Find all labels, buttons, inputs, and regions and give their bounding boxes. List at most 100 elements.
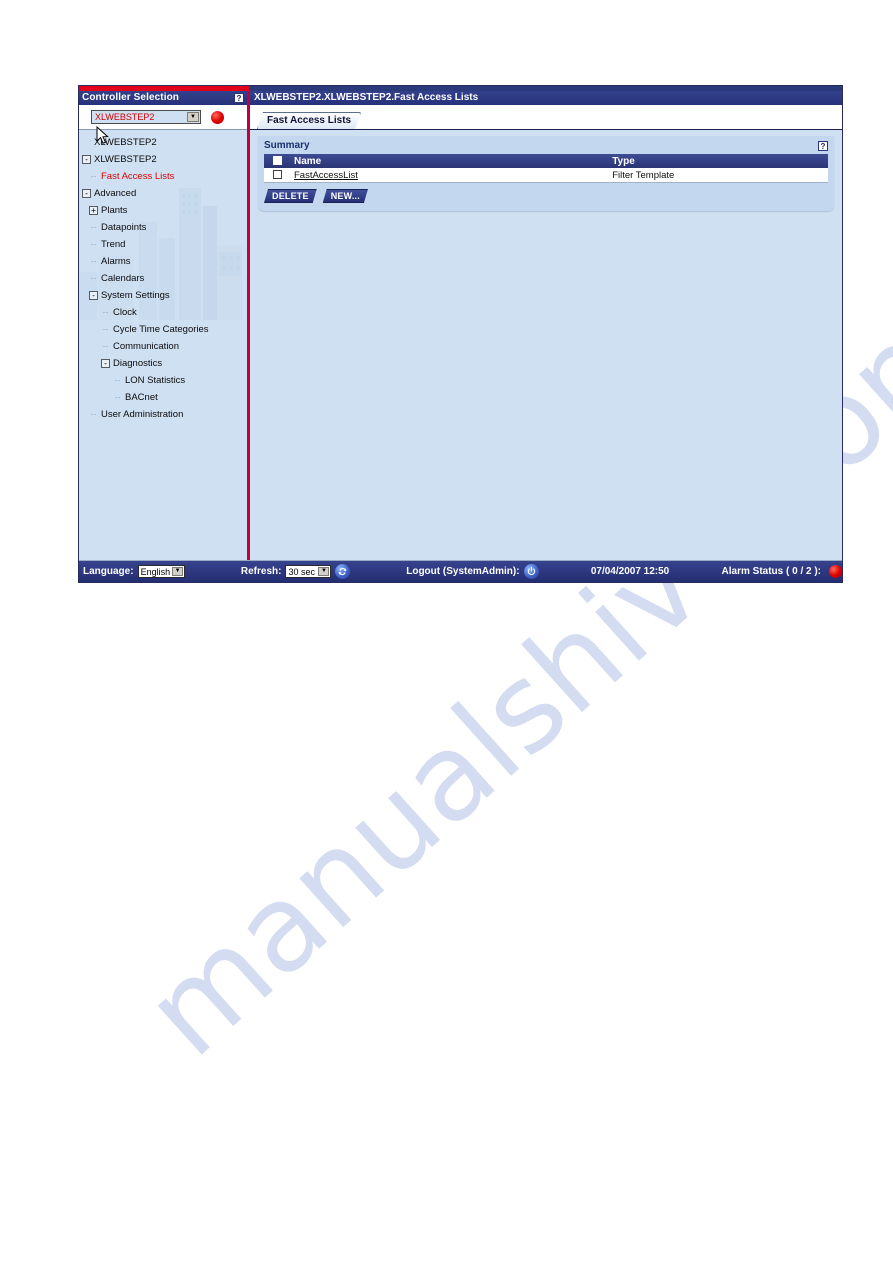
collapse-icon[interactable]: - xyxy=(101,359,110,368)
language-label: Language: xyxy=(83,566,134,577)
summary-header: Summary ? xyxy=(264,140,828,151)
logout-label: Logout (SystemAdmin): xyxy=(406,566,520,577)
row-checkbox[interactable] xyxy=(272,170,282,180)
navigation-tree-area: XLWEBSTEP2 - XLWEBSTEP2 ·· Fast Access List… xyxy=(79,130,247,560)
tree-item-system-settings[interactable]: - System Settings xyxy=(82,287,247,304)
tree-item-label: Calendars xyxy=(101,273,145,284)
chevron-down-icon[interactable]: ▼ xyxy=(187,112,199,122)
summary-action-buttons: DELETE NEW... xyxy=(264,189,828,203)
row-name-cell: FastAccessList xyxy=(290,168,609,183)
status-bar: Language: English ▼ Refresh: 30 sec ▼ Lo… xyxy=(79,560,842,582)
tree-item-xlwebstep2[interactable]: - XLWEBSTEP2 xyxy=(82,151,247,168)
fast-access-lists-table: Name Type FastAccessList Filter Template xyxy=(264,154,828,183)
tree-item-label: Plants xyxy=(101,205,128,216)
tree-connector-icon: ·· xyxy=(114,375,121,385)
datetime-label: 07/04/2007 12:50 xyxy=(590,566,670,577)
tree-root-node[interactable]: XLWEBSTEP2 xyxy=(82,134,247,151)
refresh-chevron-down-icon[interactable]: ▼ xyxy=(318,567,330,576)
power-icon-glyph xyxy=(527,566,535,575)
select-all-checkbox[interactable] xyxy=(272,156,282,166)
tree-item-user-administration[interactable]: ·· User Administration xyxy=(82,406,247,423)
application-body: Controller Selection ? XLWEBSTEP2 ▼ XLWE… xyxy=(79,91,842,560)
tree-item-label: Cycle Time Categories xyxy=(113,324,209,335)
tree-root-label: XLWEBSTEP2 xyxy=(94,137,157,148)
tree-item-bacnet[interactable]: ·· BACnet xyxy=(82,389,247,406)
breadcrumb: XLWEBSTEP2.XLWEBSTEP2.Fast Access Lists xyxy=(250,91,842,105)
tree-item-label: XLWEBSTEP2 xyxy=(94,154,157,165)
navigation-tree: XLWEBSTEP2 - XLWEBSTEP2 ·· Fast Access List… xyxy=(79,134,247,423)
help-icon[interactable]: ? xyxy=(234,93,244,103)
tree-item-trend[interactable]: ·· Trend xyxy=(82,236,247,253)
tree-item-label: LON Statistics xyxy=(125,375,186,386)
table-row: FastAccessList Filter Template xyxy=(264,168,828,183)
collapse-icon[interactable]: - xyxy=(82,155,91,164)
tab-strip: Fast Access Lists xyxy=(250,105,842,130)
tree-item-label: Trend xyxy=(101,239,126,250)
datetime-group: 07/04/2007 12:50 xyxy=(591,566,669,577)
refresh-icon[interactable] xyxy=(335,564,351,579)
refresh-select-value: 30 sec xyxy=(288,567,315,577)
column-header-name[interactable]: Name xyxy=(290,154,609,168)
tree-item-label: Datapoints xyxy=(101,222,147,233)
language-select[interactable]: English ▼ xyxy=(137,565,186,578)
alarm-status-label: Alarm Status ( 0 / 2 ): xyxy=(721,566,821,577)
controller-status-indicator xyxy=(211,110,224,124)
tree-item-cycle-time-categories[interactable]: ·· Cycle Time Categories xyxy=(82,321,247,338)
summary-help-icon[interactable]: ? xyxy=(818,140,828,151)
collapse-icon[interactable]: - xyxy=(89,291,98,300)
tree-item-diagnostics[interactable]: - Diagnostics xyxy=(82,355,247,372)
tree-item-communication[interactable]: ·· Communication xyxy=(82,338,247,355)
row-type-cell: Filter Template xyxy=(608,168,828,183)
tree-item-list: - XLWEBSTEP2 ·· Fast Access Lists - Advanced +… xyxy=(82,151,247,423)
tree-item-alarms[interactable]: ·· Alarms xyxy=(82,253,247,270)
controller-select[interactable]: XLWEBSTEP2 ▼ xyxy=(91,110,201,124)
tree-item-label: BACnet xyxy=(125,392,158,403)
tree-item-label: Alarms xyxy=(101,256,131,267)
tree-item-lon-statistics[interactable]: ·· LON Statistics xyxy=(82,372,247,389)
controller-selector-row: XLWEBSTEP2 ▼ xyxy=(79,105,247,130)
page-root: manualshive.com Controller Selection ? X… xyxy=(0,0,893,1263)
new-button[interactable]: NEW... xyxy=(323,189,368,203)
logout-group: Logout (SystemAdmin): xyxy=(406,564,539,579)
alarm-status-indicator xyxy=(829,565,842,578)
tree-connector-icon: ·· xyxy=(90,409,97,419)
tree-connector-icon: ·· xyxy=(102,307,109,317)
expand-icon[interactable]: + xyxy=(89,206,98,215)
refresh-group: Refresh: 30 sec ▼ xyxy=(241,564,351,579)
language-chevron-down-icon[interactable]: ▼ xyxy=(172,567,184,576)
main-content-panel: XLWEBSTEP2.XLWEBSTEP2.Fast Access Lists … xyxy=(250,91,842,560)
delete-button[interactable]: DELETE xyxy=(264,189,317,203)
tree-item-label: User Administration xyxy=(101,409,184,420)
alarm-status-group: Alarm Status ( 0 / 2 ): xyxy=(722,565,842,578)
tree-item-label: Advanced xyxy=(94,188,137,199)
tree-item-clock[interactable]: ·· Clock xyxy=(82,304,247,321)
collapse-icon[interactable]: - xyxy=(82,189,91,198)
tree-connector-icon: ·· xyxy=(102,341,109,351)
column-header-type[interactable]: Type xyxy=(608,154,828,168)
tree-connector-icon: ·· xyxy=(90,239,97,249)
row-select-cell xyxy=(264,168,290,183)
tree-item-fast-access-lists[interactable]: ·· Fast Access Lists xyxy=(82,168,247,185)
refresh-label: Refresh: xyxy=(240,566,282,577)
power-icon[interactable] xyxy=(523,564,539,579)
table-header-row: Name Type xyxy=(264,154,828,168)
tree-item-label: Diagnostics xyxy=(113,358,163,369)
tab-fast-access-lists[interactable]: Fast Access Lists xyxy=(257,112,361,129)
tree-item-datapoints[interactable]: ·· Datapoints xyxy=(82,219,247,236)
tree-connector-icon: ·· xyxy=(114,392,121,402)
summary-title: Summary xyxy=(264,140,310,151)
select-all-header xyxy=(264,154,290,168)
tree-item-label: Clock xyxy=(113,307,137,318)
tree-item-advanced[interactable]: - Advanced xyxy=(82,185,247,202)
refresh-select[interactable]: 30 sec ▼ xyxy=(285,565,332,578)
tree-item-plants[interactable]: + Plants xyxy=(82,202,247,219)
tree-connector-icon: ·· xyxy=(90,273,97,283)
controller-selection-title-bar: Controller Selection ? xyxy=(79,91,247,105)
tree-connector-icon: ·· xyxy=(102,324,109,334)
summary-card: Summary ? Name Type FastAccessList Filte… xyxy=(258,136,834,211)
row-name-link[interactable]: FastAccessList xyxy=(294,170,358,181)
tree-item-label: System Settings xyxy=(101,290,170,301)
tree-item-calendars[interactable]: ·· Calendars xyxy=(82,270,247,287)
controller-selection-panel: Controller Selection ? XLWEBSTEP2 ▼ XLWE… xyxy=(79,91,250,560)
application-window: Controller Selection ? XLWEBSTEP2 ▼ XLWE… xyxy=(78,85,843,583)
